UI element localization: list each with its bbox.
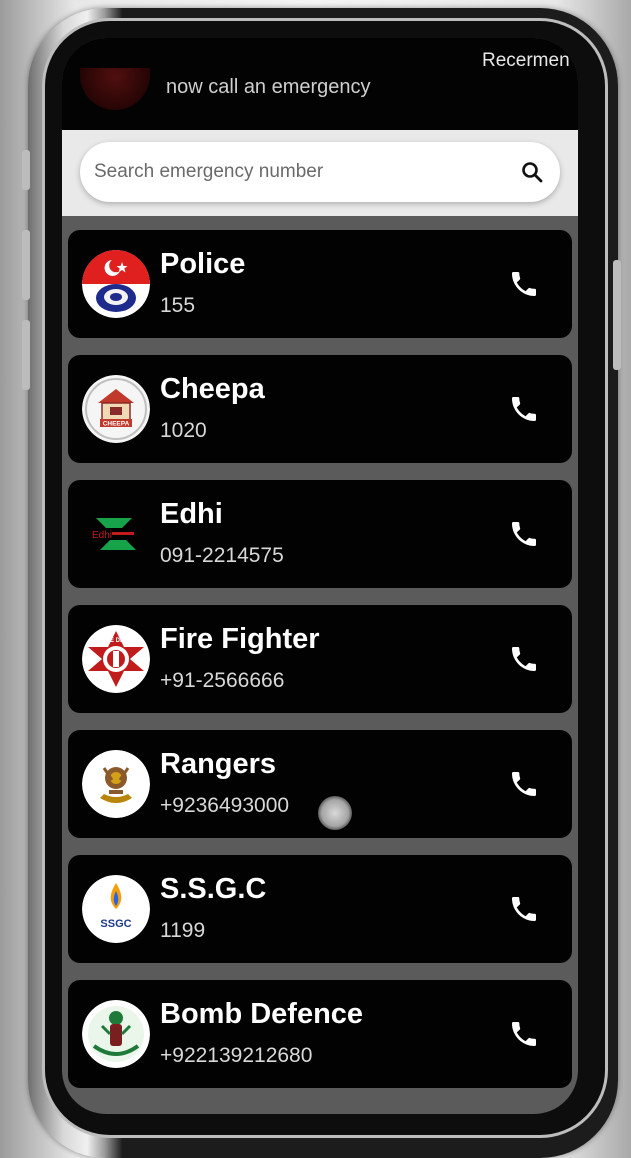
- contact-name: Police: [160, 248, 246, 280]
- contact-card-cheepa[interactable]: CHEEPA Cheepa 1020: [68, 355, 572, 463]
- fire-logo-text: FIRE DEPT: [100, 638, 132, 644]
- search-input[interactable]: [94, 142, 504, 202]
- app-header: now call an emergency Recermen: [62, 38, 578, 130]
- contact-name: Cheepa: [160, 373, 265, 405]
- phone-volume-down: [22, 320, 30, 390]
- header-subtitle: now call an emergency: [166, 76, 371, 98]
- cheepa-logo-text: CHEEPA: [103, 421, 130, 428]
- phone-icon[interactable]: [508, 893, 540, 925]
- search-box[interactable]: [80, 142, 560, 202]
- contact-card-police[interactable]: Police 155: [68, 230, 572, 338]
- contact-number: +9236493000: [160, 794, 290, 817]
- ssgc-logo-text: SSGC: [100, 918, 131, 930]
- contact-name: Fire Fighter: [160, 623, 320, 655]
- contact-number: 1199: [160, 919, 206, 942]
- phone-power-button: [613, 260, 621, 370]
- contact-card-edhi[interactable]: Edhi Edhi 091-2214575: [68, 480, 572, 588]
- bomb-defence-logo: [82, 1000, 150, 1068]
- header-marquee-text: Recermen: [482, 50, 570, 71]
- rangers-logo: [82, 750, 150, 818]
- contact-card-fire-fighter[interactable]: FIRE DEPT Fire Fighter +91-2566666: [68, 605, 572, 713]
- contact-number: 1020: [160, 419, 207, 442]
- phone-icon[interactable]: [508, 768, 540, 800]
- fire-dept-logo: FIRE DEPT: [82, 625, 150, 693]
- contact-name: Edhi: [160, 498, 223, 530]
- edhi-logo-text: Edhi: [92, 530, 112, 541]
- edhi-logo: Edhi: [82, 500, 150, 568]
- contact-name: Bomb Defence: [160, 998, 364, 1030]
- app-screen: now call an emergency Recermen Police: [62, 38, 578, 1114]
- contact-card-bomb-defence[interactable]: Bomb Defence +922139212680: [68, 980, 572, 1088]
- contact-number: 155: [160, 294, 196, 317]
- contact-card-ssgc[interactable]: SSGC S.S.G.C 1199: [68, 855, 572, 963]
- cheepa-logo: CHEEPA: [82, 375, 150, 443]
- contact-name: S.S.G.C: [160, 873, 267, 905]
- touch-indicator: [318, 796, 352, 830]
- contact-name: Rangers: [160, 748, 277, 780]
- ssgc-logo: SSGC: [82, 875, 150, 943]
- phone-icon[interactable]: [508, 268, 540, 300]
- phone-icon[interactable]: [508, 518, 540, 550]
- phone-icon[interactable]: [508, 1018, 540, 1050]
- police-logo: [82, 250, 150, 318]
- contact-number: +922139212680: [160, 1044, 313, 1067]
- search-area: [62, 130, 578, 216]
- phone-mute-switch: [22, 150, 30, 190]
- search-icon[interactable]: [520, 160, 544, 184]
- phone-icon[interactable]: [508, 643, 540, 675]
- phone-icon[interactable]: [508, 393, 540, 425]
- contact-number: 091-2214575: [160, 544, 284, 567]
- app-logo: [80, 68, 150, 110]
- contact-number: +91-2566666: [160, 669, 285, 692]
- phone-volume-up: [22, 230, 30, 300]
